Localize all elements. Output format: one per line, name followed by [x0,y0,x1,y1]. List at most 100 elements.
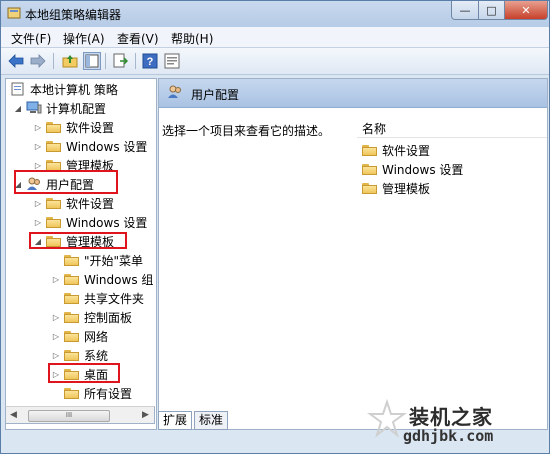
collapsed-triangle-icon[interactable]: ▷ [52,313,60,322]
up-button[interactable] [61,52,79,70]
properties-button[interactable] [163,52,181,70]
tree-item[interactable]: ▷ 控制面板 [52,308,132,326]
tree-computer-config[interactable]: ◢ 计算机配置 [14,99,106,117]
scroll-left-icon[interactable]: ◀ [10,410,17,420]
tree-label: 共享文件夹 [84,291,145,306]
svg-text:?: ? [147,56,154,68]
help-button[interactable]: ? [141,52,159,70]
view-tabs: 扩展 标准 [158,411,253,430]
folder-icon [46,140,61,152]
folder-icon [64,254,79,266]
list-item[interactable]: 软件设置 [362,142,430,159]
tree-pane: 本地计算机 策略 ◢ 计算机配置 ▷ 软件设置 ▷ Windows 设置 ▷ 管… [5,78,157,430]
folder-icon [64,292,79,304]
tree-label: 所有设置 [84,386,133,401]
folder-icon [64,273,79,285]
show-tree-icon [85,54,99,68]
collapsed-triangle-icon[interactable]: ▷ [34,142,42,151]
collapsed-triangle-icon[interactable]: ▷ [34,123,42,132]
column-divider [357,137,547,138]
watermark-url: gdhjbk.com [403,427,494,445]
tab-extended[interactable]: 扩展 [158,411,193,430]
expanded-triangle-icon[interactable]: ◢ [14,104,22,113]
details-title: 用户配置 [191,88,240,102]
users-icon [168,85,181,98]
menu-view[interactable]: 查看(V) [117,30,159,47]
star-logo-icon [367,399,407,438]
collapsed-triangle-icon[interactable]: ▷ [34,199,42,208]
export-list-icon [113,53,128,68]
tree-label: "开始"菜单 [84,253,144,268]
folder-icon [46,121,61,133]
list-item[interactable]: 管理模板 [362,180,430,197]
list-item-label: 管理模板 [382,182,431,196]
tab-standard[interactable]: 标准 [194,411,229,430]
description-text: 选择一个项目来查看它的描述。 [162,124,331,138]
close-icon: ✕ [521,3,531,17]
gpedit-app-icon [7,7,21,19]
toolbar-separator [135,53,136,69]
tree-item[interactable]: ▷ Windows 设置 [34,213,147,231]
highlight-box-admin-templates [29,232,127,249]
folder-icon [362,183,377,194]
folder-icon [46,159,61,171]
watermark: 装机之家 gdhjbk.com [361,397,549,453]
scroll-thumb[interactable]: III [28,410,110,422]
maximize-icon: □ [486,3,497,17]
folder-icon [64,330,79,342]
tree-label: 网络 [84,329,109,344]
list-item-label: Windows 设置 [382,163,464,177]
tree-item[interactable]: 所有设置 [52,384,132,402]
minimize-button[interactable]: — [451,1,479,20]
tree-item[interactable]: ▷ 软件设置 [34,194,114,212]
list-item-label: 软件设置 [382,144,431,158]
column-header-name[interactable]: 名称 [362,120,386,137]
watermark-text: 装机之家 [409,405,493,429]
forward-button[interactable] [29,52,47,70]
close-button[interactable]: ✕ [504,1,548,20]
folder-icon [46,197,61,209]
help-icon: ? [142,53,158,69]
folder-icon [362,164,377,175]
tree-item[interactable]: ▷ Windows 设置 [34,137,147,155]
menu-file[interactable]: 文件(F) [11,30,51,47]
show-tree-button[interactable] [83,52,101,70]
list-item[interactable]: Windows 设置 [362,161,463,178]
folder-icon [64,387,79,399]
back-button[interactable] [7,52,25,70]
gpedit-window: 本地组策略编辑器 — □ ✕ 文件(F) 操作(A) 查看(V) 帮助(H) ? [0,0,550,454]
tree-item[interactable]: "开始"菜单 [52,251,143,269]
tree-label: 软件设置 [66,196,115,211]
maximize-button[interactable]: □ [478,1,505,20]
folder-icon [64,349,79,361]
folder-icon [64,311,79,323]
tree-label: 计算机配置 [46,101,107,116]
tree-item[interactable]: ▷ Windows 组 [52,270,153,288]
collapsed-triangle-icon[interactable]: ▷ [34,161,42,170]
details-header: 用户配置 [159,79,547,108]
collapsed-triangle-icon[interactable]: ▷ [52,351,60,360]
tree-item[interactable]: ▷ 网络 [52,327,108,345]
tree-label: Windows 设置 [66,139,148,154]
tree-item[interactable]: ▷ 系统 [52,346,108,364]
toolbar-separator [105,53,106,69]
highlight-box-user-config [14,170,118,194]
menu-help[interactable]: 帮助(H) [171,30,213,47]
tree-horizontal-scrollbar[interactable]: ◀ III ▶ [5,406,155,424]
collapsed-triangle-icon[interactable]: ▷ [34,218,42,227]
computer-icon [26,101,42,114]
export-list-button[interactable] [111,52,129,70]
scroll-right-icon[interactable]: ▶ [142,410,149,420]
tree-label: 软件设置 [66,120,115,135]
collapsed-triangle-icon[interactable]: ▷ [52,275,60,284]
properties-icon [164,53,180,69]
collapsed-triangle-icon[interactable]: ▷ [52,332,60,341]
tree-item[interactable]: ▷ 软件设置 [34,118,114,136]
policy-document-icon [11,82,24,96]
details-pane: 用户配置 选择一个项目来查看它的描述。 名称 软件设置 Windows 设置 管… [158,78,548,430]
tree-root[interactable]: 本地计算机 策略 [10,80,118,98]
menu-action[interactable]: 操作(A) [63,30,105,47]
tree-item[interactable]: 共享文件夹 [52,289,144,307]
forward-arrow-icon [30,54,46,68]
toolbar-separator [53,53,54,69]
